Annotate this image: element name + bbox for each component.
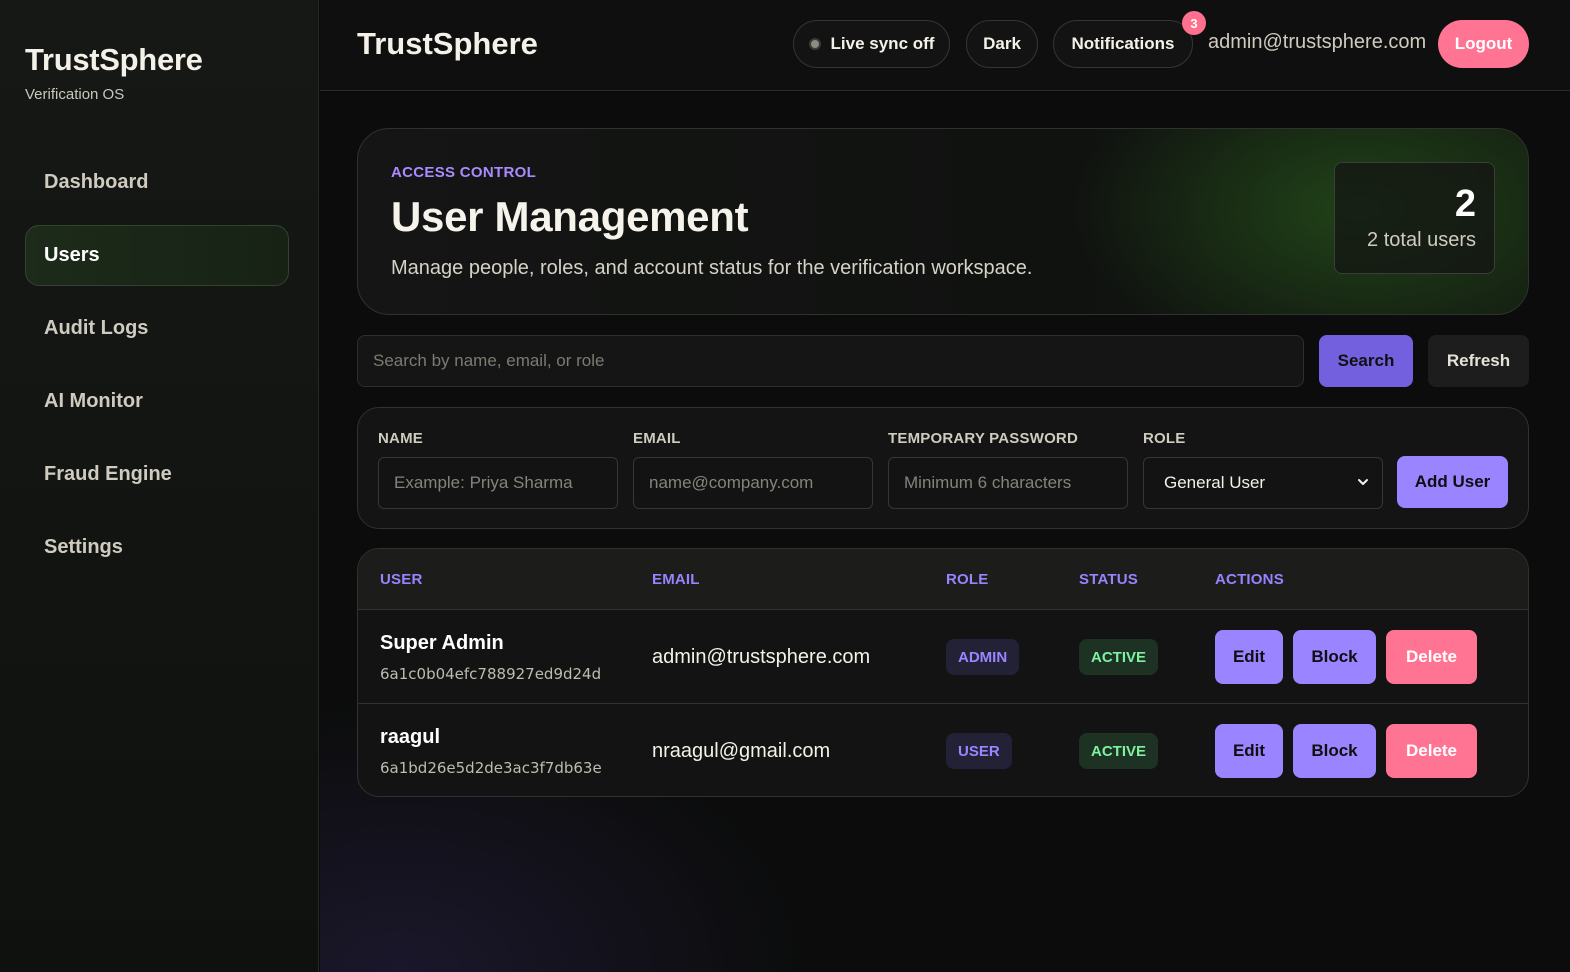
status-badge: ACTIVE xyxy=(1079,639,1159,675)
email-input[interactable] xyxy=(633,457,873,509)
add-user-form: NAME EMAIL TEMPORARY PASSWORD ROLE Gener… xyxy=(357,407,1529,529)
search-button[interactable]: Search xyxy=(1319,335,1413,387)
sidebar-item-dashboard[interactable]: Dashboard xyxy=(25,152,289,213)
refresh-button[interactable]: Refresh xyxy=(1428,335,1529,387)
role-select-value: General User xyxy=(1164,473,1266,492)
user-id: 6a1c0b04efc788927ed9d24d xyxy=(380,665,602,683)
block-button[interactable]: Block xyxy=(1293,724,1376,778)
block-button[interactable]: Block xyxy=(1293,630,1376,684)
brand-subtitle: Verification OS xyxy=(25,86,125,103)
sidebar-item-users[interactable]: Users xyxy=(25,225,289,286)
notification-count-badge: 3 xyxy=(1182,11,1206,35)
users-table: USER EMAIL ROLE STATUS ACTIONS Super Adm… xyxy=(357,548,1529,797)
current-user-email: admin@trustsphere.com xyxy=(1208,31,1427,53)
password-input[interactable] xyxy=(888,457,1128,509)
role-field-group: ROLE General User xyxy=(1143,430,1383,509)
edit-button[interactable]: Edit xyxy=(1215,630,1283,684)
section-eyebrow: ACCESS CONTROL xyxy=(391,164,537,181)
brand-name: TrustSphere xyxy=(25,42,203,77)
logout-button[interactable]: Logout xyxy=(1438,20,1529,68)
edit-button[interactable]: Edit xyxy=(1215,724,1283,778)
sidebar: TrustSphere Verification OS Dashboard Us… xyxy=(0,0,319,972)
column-header-email: EMAIL xyxy=(652,571,700,588)
role-badge: USER xyxy=(946,733,1012,769)
sidebar-item-ai-monitor[interactable]: AI Monitor xyxy=(25,371,289,432)
topbar: TrustSphere Live sync off Dark Notificat… xyxy=(320,0,1570,91)
hero-title: User Management xyxy=(391,193,749,240)
column-header-user: USER xyxy=(380,571,423,588)
add-user-button[interactable]: Add User xyxy=(1397,456,1508,508)
delete-button[interactable]: Delete xyxy=(1386,630,1477,684)
live-sync-label: Live sync off xyxy=(830,34,935,53)
email-field-group: EMAIL xyxy=(633,430,873,509)
total-users-stat: 2 2 total users xyxy=(1334,162,1495,274)
email-label: EMAIL xyxy=(633,430,681,447)
user-id: 6a1bd26e5d2de3ac3f7db63e xyxy=(380,759,602,777)
status-badge: ACTIVE xyxy=(1079,733,1159,769)
delete-button[interactable]: Delete xyxy=(1386,724,1477,778)
hero-card: ACCESS CONTROL User Management Manage pe… xyxy=(357,128,1529,315)
user-name: raagul xyxy=(380,726,441,748)
user-email: nraagul@gmail.com xyxy=(652,740,831,762)
table-header: USER EMAIL ROLE STATUS ACTIONS xyxy=(358,549,1528,610)
notifications-button[interactable]: Notifications xyxy=(1053,20,1193,68)
table-row: raagul 6a1bd26e5d2de3ac3f7db63e nraagul@… xyxy=(358,704,1528,796)
sidebar-item-fraud-engine[interactable]: Fraud Engine xyxy=(25,444,289,505)
search-input[interactable] xyxy=(357,335,1304,387)
name-label: NAME xyxy=(378,430,423,447)
table-row: Super Admin 6a1c0b04efc788927ed9d24d adm… xyxy=(358,610,1528,704)
live-sync-toggle[interactable]: Live sync off xyxy=(793,20,950,68)
total-users-value: 2 xyxy=(1454,183,1476,225)
sidebar-item-settings[interactable]: Settings xyxy=(25,517,289,578)
user-name: Super Admin xyxy=(380,632,504,654)
sync-status-icon xyxy=(808,38,821,50)
total-users-label: 2 total users xyxy=(1367,229,1476,251)
role-label: ROLE xyxy=(1143,430,1186,447)
password-field-group: TEMPORARY PASSWORD xyxy=(888,430,1128,509)
main-content: ACCESS CONTROL User Management Manage pe… xyxy=(320,92,1570,972)
password-label: TEMPORARY PASSWORD xyxy=(888,430,1079,447)
column-header-actions: ACTIONS xyxy=(1215,571,1284,588)
user-email: admin@trustsphere.com xyxy=(652,646,871,668)
name-input[interactable] xyxy=(378,457,618,509)
hero-description: Manage people, roles, and account status… xyxy=(391,257,1033,279)
sidebar-nav: Dashboard Users Audit Logs AI Monitor Fr… xyxy=(25,152,289,590)
role-select[interactable]: General User xyxy=(1143,457,1383,509)
chevron-down-icon xyxy=(1358,479,1368,485)
name-field-group: NAME xyxy=(378,430,618,509)
sidebar-item-audit-logs[interactable]: Audit Logs xyxy=(25,298,289,359)
theme-toggle-button[interactable]: Dark xyxy=(966,20,1038,68)
column-header-status: STATUS xyxy=(1079,571,1138,588)
column-header-role: ROLE xyxy=(946,571,989,588)
role-badge: ADMIN xyxy=(946,639,1020,675)
page-title: TrustSphere xyxy=(357,26,538,61)
brand: TrustSphere Verification OS xyxy=(25,42,203,103)
